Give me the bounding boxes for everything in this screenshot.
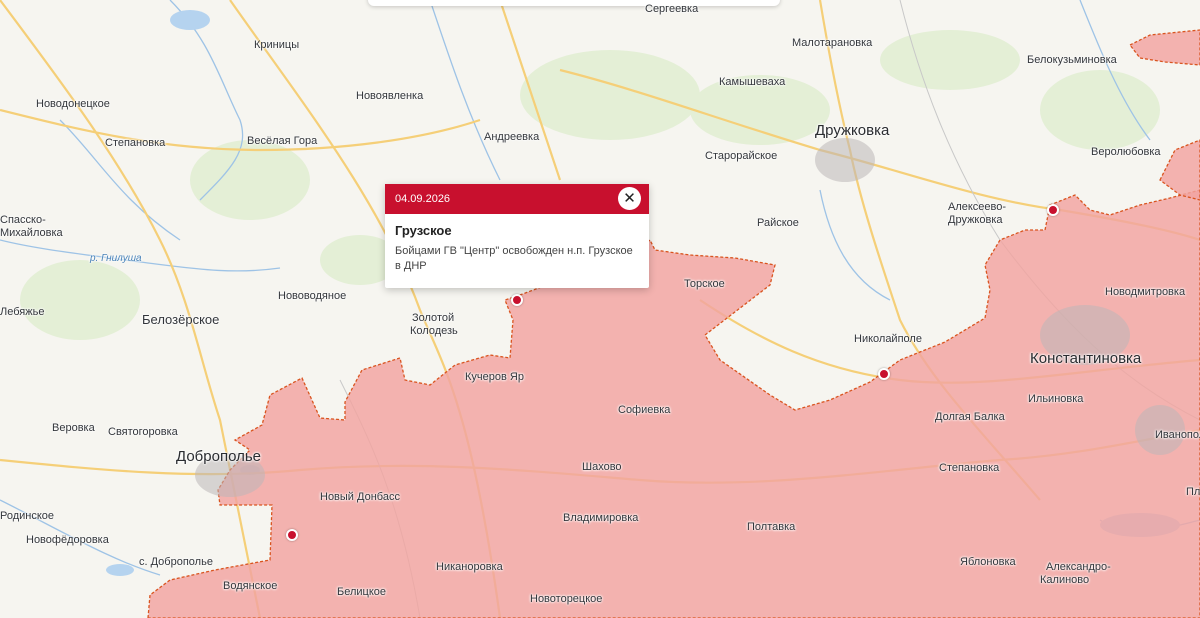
place-label: Веролюбовка (1091, 146, 1161, 158)
place-label: Новоторецкое (530, 593, 603, 605)
close-icon: ✕ (623, 190, 636, 207)
city-label: Дружковка (815, 122, 890, 139)
place-label: Сергеевка (645, 3, 699, 15)
place-label: Новодмитровка (1105, 286, 1186, 298)
city-label: Константиновка (1030, 350, 1142, 367)
place-label: Полтавка (747, 521, 796, 533)
place-label: Святогоровка (108, 426, 178, 438)
place-label: Водянское (223, 580, 278, 592)
place-label: Долгая Балка (935, 411, 1005, 423)
popup-body: Грузское Бойцами ГВ "Центр" освобожден н… (385, 214, 649, 288)
popup-date: 04.09.2026 (395, 193, 451, 205)
place-label: Малотарановка (792, 37, 873, 49)
popup-title: Грузское (395, 223, 452, 238)
place-label: Софиевка (618, 404, 671, 416)
place-label: Андреевка (484, 131, 540, 143)
place-label: Владимировка (563, 512, 639, 524)
popup-header: 04.09.2026 ✕ (385, 184, 649, 214)
place-label: Криницы (254, 39, 300, 51)
place-label: Шахово (582, 461, 622, 473)
place-label: Ильиновка (1028, 393, 1084, 405)
place-label: Белицкое (337, 586, 387, 598)
place-label: с. Доброполье (139, 556, 213, 568)
place-label: Белозёрское (142, 312, 220, 327)
place-label: Старорайское (705, 150, 778, 162)
place-label: Камышеваха (719, 76, 786, 88)
place-label: Родинское (0, 510, 55, 522)
place-label: Новоявленка (356, 90, 424, 102)
place-label: Александро- (1046, 561, 1111, 573)
place-label: Пл (1186, 486, 1200, 498)
river-label: р. Гнилуша (90, 253, 142, 264)
top-search-card[interactable] (368, 0, 780, 6)
dobropole-marker[interactable] (286, 529, 298, 541)
place-label: Новый Донбасс (320, 491, 400, 503)
place-label: Веровка (52, 422, 95, 434)
place-label: Николайполе (854, 333, 922, 345)
place-label: Торское (684, 278, 725, 290)
place-label: Яблоновка (960, 556, 1016, 568)
place-label: Алексеево- (948, 201, 1007, 213)
alekseevo-marker[interactable] (1047, 204, 1059, 216)
map-canvas[interactable] (0, 0, 1200, 618)
place-label: Новодонецкое (36, 98, 110, 110)
place-label: Михайловка (0, 227, 63, 239)
place-label: Райское (757, 217, 799, 229)
close-button[interactable]: ✕ (618, 187, 641, 210)
place-label: Калиново (1040, 574, 1090, 586)
nikolaypole-marker[interactable] (878, 368, 890, 380)
place-label: Кучеров Яр (465, 371, 524, 383)
city-label: Доброполье (176, 448, 261, 465)
place-label: Колодезь (410, 325, 458, 337)
place-label: Весёлая Гора (247, 135, 318, 147)
place-label: Степановка (105, 137, 166, 149)
place-label: Новофёдоровка (26, 534, 109, 546)
place-label: Золотой (412, 312, 455, 324)
place-label: Дружковка (948, 214, 1003, 226)
popup-text: Бойцами ГВ "Центр" освобожден н.п. Грузс… (395, 245, 633, 272)
place-label: Белокузьминовка (1027, 54, 1117, 66)
place-label: Нововодяное (278, 290, 347, 302)
place-label: Лебяжье (0, 306, 45, 318)
gruzskoe-marker[interactable] (511, 294, 523, 306)
place-label: Спасско- (0, 214, 46, 226)
event-popup: 04.09.2026 ✕ Грузское Бойцами ГВ "Центр"… (385, 184, 649, 288)
place-label: Никаноровка (436, 561, 503, 573)
place-label: Иванополье (1155, 429, 1200, 441)
place-label: Степановка (939, 462, 1000, 474)
